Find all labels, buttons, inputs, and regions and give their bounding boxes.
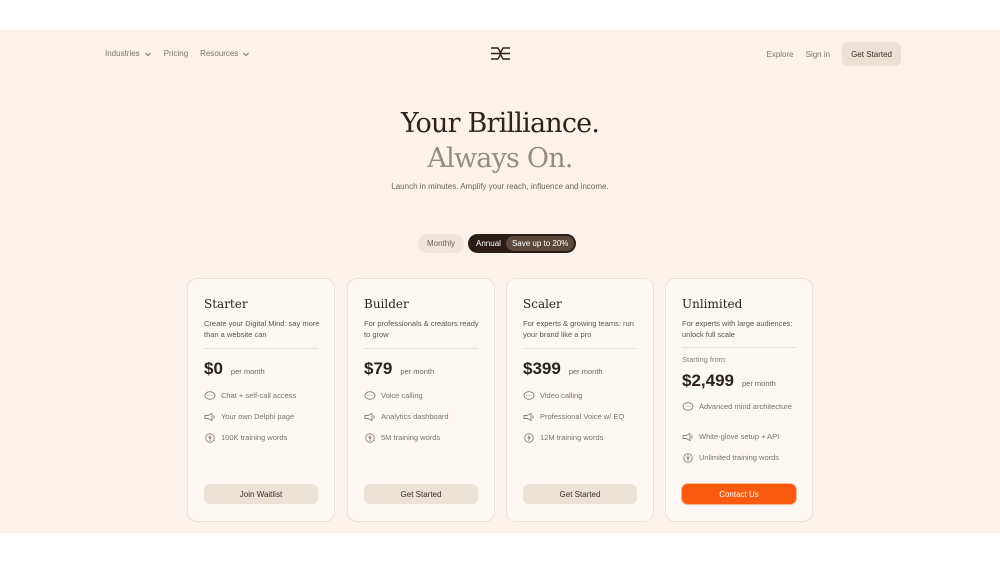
megaphone-icon xyxy=(364,412,375,422)
price-period: per month xyxy=(400,367,435,376)
chat-bubble-icon xyxy=(682,402,694,411)
divider xyxy=(364,348,478,349)
feature-item: Analytics dashboard xyxy=(364,412,484,422)
price-period: per month xyxy=(230,367,265,376)
nav-signin[interactable]: Sign in xyxy=(806,50,830,59)
get-started-button[interactable]: Get Started xyxy=(364,484,478,504)
divider xyxy=(523,348,637,349)
get-started-button[interactable]: Get Started xyxy=(523,484,637,504)
toggle-annual[interactable]: Annual Save up to 20% xyxy=(468,234,577,253)
megaphone-icon xyxy=(204,412,215,422)
feature-text: 5M training words xyxy=(381,433,441,442)
divider xyxy=(682,347,796,348)
feature-item: Professional Voice w/ EQ xyxy=(523,412,643,422)
chevron-down-icon xyxy=(243,52,250,56)
feature-item: Chat + self-call access xyxy=(204,391,324,401)
feature-text: 12M training words xyxy=(540,433,604,442)
plan-description: For professionals & creators ready to gr… xyxy=(364,319,479,339)
nav-right: Explore Sign in Get Started xyxy=(766,42,901,66)
feather-icon xyxy=(524,433,534,443)
chevron-down-icon xyxy=(144,52,151,56)
nav-left: Industries Pricing Resources xyxy=(105,49,250,58)
feature-text: Unlimited training words xyxy=(699,453,780,462)
feature-item: 100K training words xyxy=(204,433,324,443)
toggle-monthly[interactable]: Monthly xyxy=(418,234,465,253)
plan-price: $399 xyxy=(523,359,561,378)
plan-card-unlimited: Unlimited For experts with large audienc… xyxy=(665,278,813,522)
save-badge: Save up to 20% xyxy=(505,236,575,251)
price-row: $0 per month xyxy=(204,359,265,379)
nav-industries[interactable]: Industries xyxy=(105,49,152,58)
hero-title: Your Brilliance. xyxy=(400,108,600,139)
feature-text: Advanced mind architecture xyxy=(699,402,792,411)
plan-price: $79 xyxy=(364,359,393,378)
price-period: per month xyxy=(742,379,776,388)
chat-bubble-icon xyxy=(364,391,376,400)
plan-price: $2,499 xyxy=(682,371,734,390)
feature-text: Voice calling xyxy=(381,391,423,400)
plan-name: Scaler xyxy=(523,297,562,311)
feature-text: Video calling xyxy=(540,391,583,400)
feature-text: Professional Voice w/ EQ xyxy=(540,412,625,421)
contact-us-button[interactable]: Contact Us xyxy=(682,484,796,504)
starting-from-label: Starting from: xyxy=(682,355,728,364)
feature-text: White-glove setup + API xyxy=(699,432,780,441)
toggle-annual-label: Annual xyxy=(476,239,501,248)
hero-subtitle: Launch in minutes. Amplify your reach, i… xyxy=(391,182,609,191)
feature-item: Video calling xyxy=(523,391,643,401)
megaphone-icon xyxy=(523,412,534,422)
chat-bubble-icon xyxy=(204,391,216,400)
nav-resources[interactable]: Resources xyxy=(200,49,250,58)
plan-card-builder: Builder For professionals & creators rea… xyxy=(347,278,495,522)
feature-text: Your own Delphi page xyxy=(221,412,295,421)
feature-text: 100K training words xyxy=(221,433,288,442)
feature-text: Analytics dashboard xyxy=(381,412,449,421)
get-started-button[interactable]: Get Started xyxy=(842,42,901,66)
feature-item: 5M training words xyxy=(364,433,484,443)
feature-item: Voice calling xyxy=(364,391,484,401)
page: Industries Pricing Resources Explore Sig… xyxy=(0,30,1000,533)
plan-description: Create your Digital Mind: say more than … xyxy=(204,319,320,339)
plan-card-starter: Starter Create your Digital Mind: say mo… xyxy=(187,278,335,522)
plan-name: Starter xyxy=(204,297,248,311)
price-period: per month xyxy=(568,367,603,376)
feature-item: 12M training words xyxy=(523,433,643,443)
price-row: $399 per month xyxy=(523,359,603,379)
nav-pricing-label: Pricing xyxy=(163,49,189,58)
logo-icon[interactable] xyxy=(490,47,511,60)
plan-name: Unlimited xyxy=(682,297,743,311)
billing-toggle: Monthly Annual Save up to 20% xyxy=(418,234,577,253)
feature-text: Chat + self-call access xyxy=(221,391,297,400)
megaphone-icon xyxy=(682,432,693,442)
feature-item: Your own Delphi page xyxy=(204,412,324,422)
price-row: $79 per month xyxy=(364,359,434,379)
price-row: $2,499 per month xyxy=(682,371,776,391)
plan-price: $0 xyxy=(204,359,223,378)
feather-icon xyxy=(683,453,693,463)
feature-item: White-glove setup + API xyxy=(682,432,802,442)
feather-icon xyxy=(205,433,215,443)
plan-description: For experts & growing teams: run your br… xyxy=(523,319,634,339)
join-waitlist-button[interactable]: Join Waitlist xyxy=(204,484,318,504)
plan-description: For experts with large audiences: unlock… xyxy=(682,319,793,339)
feature-item: Advanced mind architecture xyxy=(682,402,802,412)
plan-name: Builder xyxy=(364,297,409,311)
hero-title-secondary: Always On. xyxy=(427,143,573,174)
nav-pricing[interactable]: Pricing xyxy=(164,49,188,58)
feather-icon xyxy=(365,433,375,443)
divider xyxy=(204,348,318,349)
nav-resources-label: Resources xyxy=(200,49,239,58)
nav-explore[interactable]: Explore xyxy=(766,50,793,59)
feature-item: Unlimited training words xyxy=(682,453,802,463)
chat-bubble-icon xyxy=(523,391,535,400)
nav-industries-label: Industries xyxy=(105,49,140,58)
plan-card-scaler: Scaler For experts & growing teams: run … xyxy=(506,278,654,522)
